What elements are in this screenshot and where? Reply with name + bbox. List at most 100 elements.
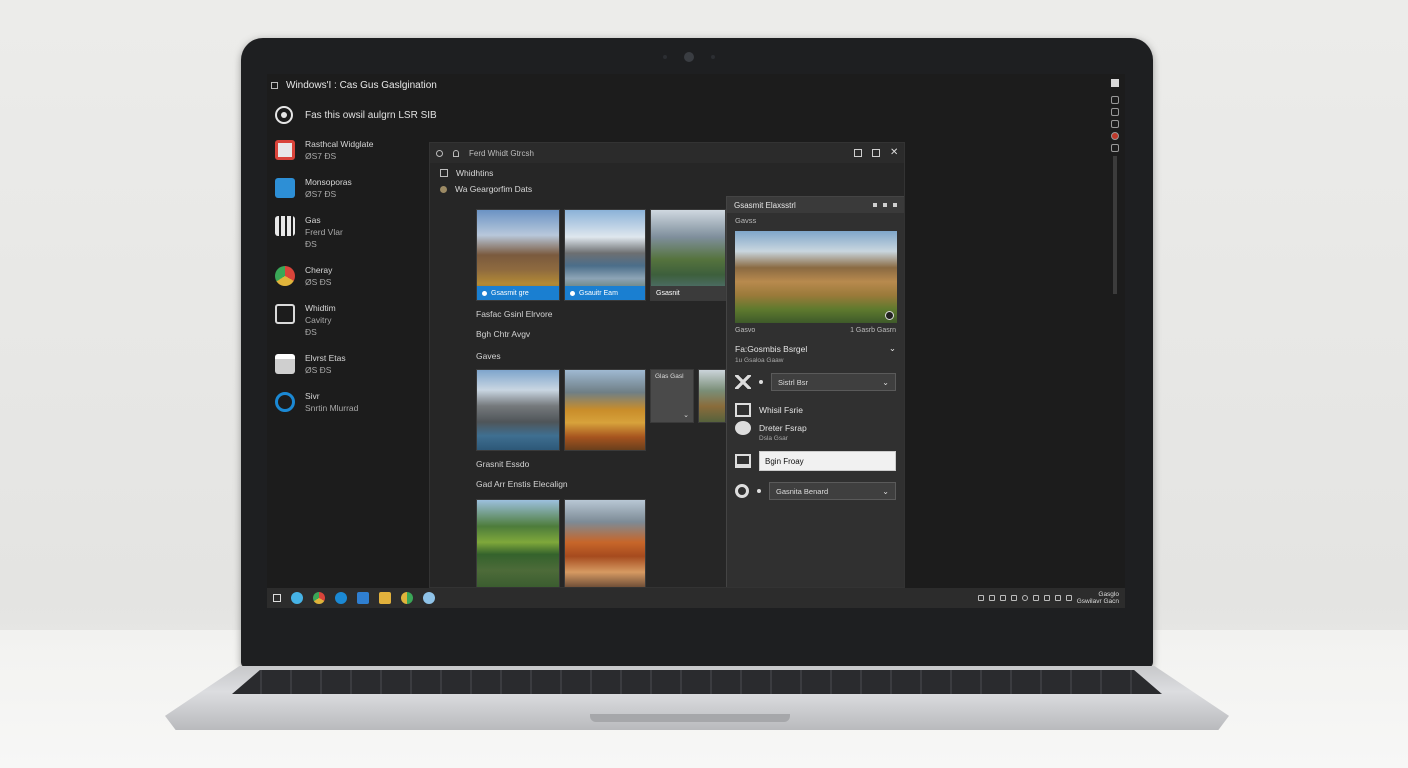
tray-icon[interactable] (999, 595, 1006, 601)
tool-label: Whisil Fsrie (759, 405, 803, 415)
tool-row[interactable]: Bgin Froay (735, 451, 896, 471)
photo-thumbnail[interactable]: Gsasmit gre (476, 209, 560, 301)
option-select[interactable]: Gasnita Benard ⌄ (769, 482, 896, 500)
photo-window-titlebar: Ferd Whidt Gtrcsh ✕ (430, 143, 904, 163)
sidebar-item-title: Sivr (305, 391, 320, 401)
photo-thumbnail[interactable] (564, 369, 646, 451)
edge-app-icon[interactable] (335, 592, 347, 604)
sensor-dot (663, 55, 667, 59)
chrome-app-icon[interactable] (313, 592, 325, 604)
detail-panel: Gsasmit Elaxsstrl Gavss Gasvo 1 Gasrb Ga… (726, 196, 904, 587)
check-icon (570, 290, 575, 296)
album-group-label: Glas Gasl (655, 373, 684, 380)
sidebar-item-title: Elvrst Etas (305, 353, 346, 363)
zoom-icon[interactable] (885, 311, 894, 320)
sidebar-item[interactable]: Whidtim Cavitry ĐS (275, 302, 415, 338)
preview-meta: 1 Gasrb Gasrn (850, 327, 896, 334)
close-icon[interactable]: ✕ (890, 148, 898, 158)
store-app-icon (275, 354, 295, 374)
settings-icon[interactable] (1111, 96, 1119, 104)
minimize-icon[interactable] (854, 149, 862, 157)
close-icon[interactable] (1111, 79, 1119, 87)
tray-icon[interactable] (977, 595, 984, 601)
thumbnail-caption: Gsasnit (651, 286, 725, 300)
tray-icon[interactable] (1032, 595, 1039, 601)
wifi-icon[interactable] (1043, 595, 1050, 601)
start-icon[interactable] (273, 594, 281, 602)
sidebar-item[interactable]: Sivr Snrtin Mlurrad (275, 390, 415, 414)
search-bar[interactable]: Fas this owsil aulgrn LSR SIB (275, 106, 437, 124)
tool-row[interactable]: Sistrl Bsr ⌄ (735, 373, 896, 391)
tray-icon[interactable] (1021, 595, 1028, 601)
volume-icon[interactable] (1054, 595, 1061, 601)
detail-title-row[interactable]: Fa:Gosmbis Bsrgel ⌄ (735, 343, 896, 354)
preview-image[interactable] (735, 231, 897, 323)
section-heading: Grasnit Essdo (476, 459, 530, 469)
webcam (684, 52, 694, 62)
window-title-row: Windows'I : Cas Gus Gaslgination (271, 78, 437, 92)
folder-app-icon[interactable] (379, 592, 391, 604)
preview-caption-row: Gasvo 1 Gasrb Gasrn (735, 327, 896, 334)
window-title: Windows'I : Cas Gus Gaslgination (286, 79, 437, 91)
share-icon[interactable] (1111, 144, 1119, 152)
chevron-down-icon[interactable]: ⌄ (889, 343, 896, 354)
more-icon[interactable] (883, 203, 887, 207)
folder-icon[interactable] (1111, 120, 1119, 128)
tray-icon[interactable] (1010, 595, 1017, 601)
sidebar-item[interactable]: Monsoporas ØS7 ĐS (275, 176, 415, 200)
search-icon[interactable] (275, 106, 293, 124)
palette-tool-icon (735, 421, 751, 435)
tool-row[interactable]: Dreter Fsrap (735, 421, 896, 435)
folder-icon (440, 169, 448, 177)
scrollbar[interactable] (1113, 156, 1117, 294)
battery-icon[interactable] (1065, 595, 1072, 601)
tool-sublabel: Dsla Gsar (759, 435, 788, 442)
sidebar-item[interactable]: Gas Frerd Vlar ĐS (275, 214, 415, 250)
app-menu-icon[interactable] (271, 81, 278, 89)
gear-icon[interactable] (436, 149, 443, 157)
photo-thumbnail[interactable]: Gsauitr Eam (564, 209, 646, 301)
photo-thumbnail[interactable] (476, 499, 560, 587)
sidebar-item-title: Cheray (305, 265, 333, 275)
chrome-alt-app-icon[interactable] (401, 592, 413, 604)
sidebar-item-sub: ØS ĐS (305, 365, 332, 375)
laptop-screen: Windows'I : Cas Gus Gaslgination Fas thi… (267, 74, 1125, 608)
chevron-down-icon[interactable]: ⌄ (683, 411, 689, 419)
photo-thumbnail[interactable] (698, 369, 726, 423)
sidebar-item[interactable]: Elvrst Etas ØS ĐS (275, 352, 415, 376)
album-row[interactable]: Wa Geargorfim Dats (430, 181, 904, 197)
check-icon (482, 290, 487, 296)
effect-select[interactable]: Sistrl Bsr ⌄ (771, 373, 896, 391)
trackpad-edge (590, 714, 790, 722)
album-group-tile[interactable]: Glas Gasl ⌄ (650, 369, 694, 423)
detail-panel-title: Gsasmit Elaxsstrl (734, 200, 796, 210)
photo-thumbnail[interactable] (476, 369, 560, 451)
sidebar-item[interactable]: Rasthcal Widglate ØS7 ĐS (275, 138, 415, 162)
detail-title: Fa:Gosmbis Bsrgel (735, 343, 808, 354)
tray-icon[interactable] (988, 595, 995, 601)
photo-thumbnail[interactable] (564, 499, 646, 587)
photo-thumbnail[interactable]: Gsasnit (650, 209, 726, 301)
sidebar-item-sub: Cavitry (305, 315, 332, 325)
tool-row[interactable]: Whisil Fsrie (735, 403, 896, 417)
detail-subtitle: 1u Gsaloa Gaaw (735, 357, 784, 364)
album-row-label: Wa Geargorfim Dats (455, 184, 533, 194)
store-app-icon[interactable] (357, 592, 369, 604)
circle-tool-icon (735, 484, 749, 498)
sidebar-item[interactable]: Cheray ØS ĐS (275, 264, 415, 288)
tool-row[interactable]: Gasnita Benard ⌄ (735, 482, 896, 500)
taskbar-clock[interactable]: Gasglo Gswilavr Gacn (1077, 591, 1119, 605)
section-heading: Gaves (476, 351, 501, 361)
keyboard (232, 670, 1162, 694)
name-input[interactable]: Bgin Froay (759, 451, 896, 471)
pin-icon[interactable] (873, 203, 877, 207)
search-app-icon[interactable] (423, 592, 435, 604)
record-icon[interactable] (1111, 132, 1119, 140)
close-icon[interactable] (893, 203, 897, 207)
bell-icon[interactable] (453, 149, 459, 157)
camera-icon[interactable] (1111, 108, 1119, 116)
right-toolbar (1109, 96, 1121, 152)
restore-icon[interactable] (872, 149, 880, 157)
folder-row[interactable]: Whidhtins (430, 165, 904, 181)
browser-app-icon[interactable] (291, 592, 303, 604)
